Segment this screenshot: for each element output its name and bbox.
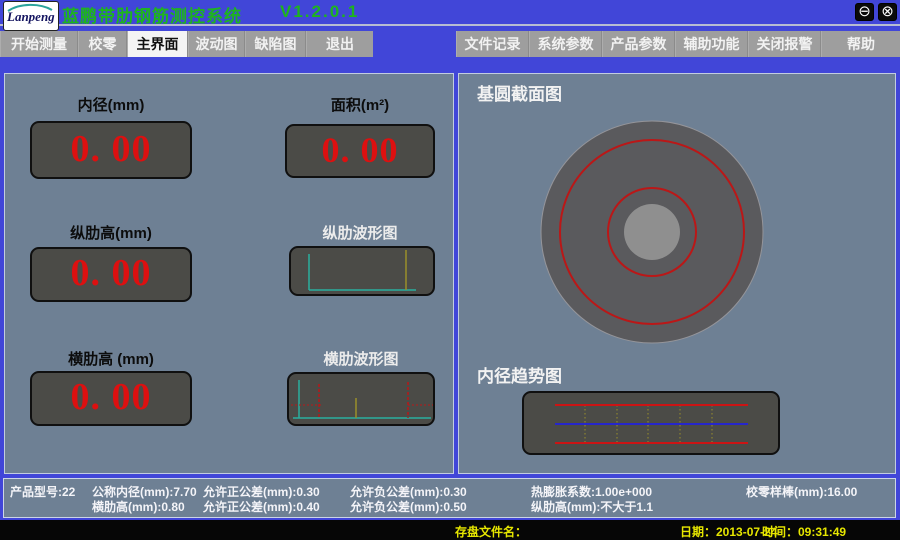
minimize-icon: ⊖ [858,3,871,20]
status-pos-tolerance-1: 允许正公差(mm):0.30 [203,485,320,500]
inner-diameter-label: 内径(mm) [30,94,192,114]
cross-rib-waveform-plot [289,374,433,424]
close-button[interactable]: ⊗ [878,3,897,21]
status-zero-rod: 校零样棒(mm):16.00 [746,485,857,500]
title-bar: 蓝鹏带肋钢筋测控系统 V1.2.0.1 ⊖ ⊗ [0,0,900,24]
cross-rib-height-display: 0. 00 [30,371,192,426]
menu-close-alarm[interactable]: 关闭报警 [748,31,821,57]
trend-chart-title: 内径趋势图 [477,362,562,387]
status-pos-tolerance-2: 允许正公差(mm):0.40 [203,500,320,515]
status-bar: 产品型号:22 公称内径(mm):7.70 横肋高(mm):0.80 允许正公差… [3,478,896,518]
base-circle-diagram [459,74,895,374]
status-product-model: 产品型号:22 [10,485,75,500]
trend-chart-plot [524,393,778,453]
status-cross-rib-height: 横肋高(mm):0.80 [92,500,185,515]
menu-fluctuation-chart[interactable]: 波动图 [188,31,245,57]
long-rib-waveform-plot [291,248,433,294]
menu-main-screen[interactable]: 主界面 [127,31,188,57]
status-long-rib-limit: 纵肋高(mm):不大于1.1 [531,500,653,515]
menu-auxiliary-functions[interactable]: 辅助功能 [675,31,748,57]
status-nominal-diameter: 公称内径(mm):7.70 [92,485,197,500]
cross-rib-waveform-chart [287,372,435,426]
main-menu-left: 开始测量 校零 主界面 波动图 缺陷图 退出 [0,31,373,57]
area-display: 0. 00 [285,124,435,178]
graphics-panel: 基圆截面图 内径趋势图 [458,73,896,474]
save-file-label: 存盘文件名： [455,523,527,540]
measurement-panel: 内径(mm) 0. 00 面积(m²) 0. 00 纵肋高(mm) 0. 00 … [4,73,454,474]
trend-chart [522,391,780,455]
menu-exit[interactable]: 退出 [306,31,373,57]
titlebar-separator [0,24,900,26]
menu-file-records[interactable]: 文件记录 [456,31,529,57]
main-menu-right: 文件记录 系统参数 产品参数 辅助功能 关闭报警 帮助 [456,31,900,57]
area-label: 面积(m²) [285,94,435,114]
cross-rib-waveform-label: 横肋波形图 [285,348,437,368]
menu-defect-chart[interactable]: 缺陷图 [245,31,306,57]
long-rib-height-label: 纵肋高(mm) [30,222,192,242]
status-neg-tolerance-1: 允许负公差(mm):0.30 [350,485,467,500]
menu-product-params[interactable]: 产品参数 [602,31,675,57]
menu-zero-calibration[interactable]: 校零 [78,31,127,57]
menu-start-measure[interactable]: 开始测量 [0,31,78,57]
time-label: 时间：09:31:49 [762,523,846,540]
bottom-bar: 存盘文件名： 日期：2013-07-24 时间：09:31:49 [0,520,900,540]
long-rib-waveform-label: 纵肋波形图 [285,222,435,242]
app-window: 蓝鹏带肋钢筋测控系统 V1.2.0.1 ⊖ ⊗ Lanpeng 开始测量 校零 … [0,0,900,540]
menu-system-params[interactable]: 系统参数 [529,31,602,57]
lanpeng-logo-icon: Lanpeng [3,1,59,31]
cross-rib-height-label: 横肋高 (mm) [30,348,192,368]
logo-text: Lanpeng [6,9,55,24]
app-version: V1.2.0.1 [280,2,359,22]
status-neg-tolerance-2: 允许负公差(mm):0.50 [350,500,467,515]
status-thermal-coeff: 热膨胀系数:1.00e+000 [531,485,652,500]
long-rib-waveform-chart [289,246,435,296]
minimize-button[interactable]: ⊖ [855,3,874,21]
inner-diameter-display: 0. 00 [30,121,192,179]
menu-help[interactable]: 帮助 [821,31,900,57]
close-icon: ⊗ [881,3,894,20]
long-rib-height-display: 0. 00 [30,247,192,302]
